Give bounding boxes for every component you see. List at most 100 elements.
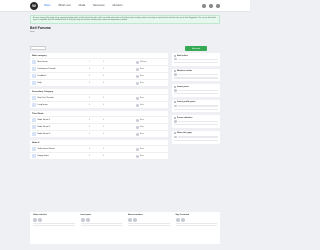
forum-last-post[interactable]: None <box>136 154 166 158</box>
forum-name[interactable]: Loop forum <box>38 104 83 106</box>
category-title[interactable]: Main category <box>32 55 47 57</box>
forum-name[interactable]: Node Forum 1 <box>38 119 83 121</box>
bell-icon[interactable] <box>209 3 213 8</box>
widget-line <box>174 108 218 110</box>
last-post-title[interactable]: None <box>140 69 144 70</box>
forum-name[interactable]: Empty forum <box>38 155 83 157</box>
widget-item[interactable] <box>174 89 218 92</box>
widget-item[interactable] <box>174 104 218 108</box>
sidebar-widget: Share this page <box>172 130 220 144</box>
widget-icon <box>174 54 176 57</box>
forum-name[interactable]: Node Forum 2 <box>38 126 83 128</box>
sidebar-widget: Latest posts <box>172 84 220 97</box>
forum-name[interactable]: Beta Test Threads <box>38 97 83 99</box>
category-title[interactable]: Secondary Category <box>32 91 53 93</box>
forum-row[interactable]: Main forum 1 1 Welcome <box>30 58 168 65</box>
forum-messages-count: 0 <box>103 126 104 128</box>
avatar[interactable] <box>85 217 90 222</box>
footer-line <box>175 222 217 224</box>
forum-filter-input[interactable] <box>30 46 46 50</box>
forum-last-post[interactable]: None <box>136 74 166 78</box>
forum-row[interactable]: Empty forum 0 0 None <box>30 152 168 159</box>
nav-home[interactable]: Home <box>44 4 50 7</box>
forum-name[interactable]: Main forum <box>38 61 83 63</box>
forum-messages-count: 0 <box>103 75 104 77</box>
forum-row[interactable]: Node Forum 2 0 0 None <box>30 123 168 130</box>
forum-name[interactable]: Node Forum 3 <box>38 133 83 135</box>
forum-last-post[interactable]: None <box>136 147 166 151</box>
forum-row[interactable]: Feedback 0 0 None <box>30 72 168 79</box>
category-title[interactable]: Third Node <box>32 113 44 115</box>
nav-members[interactable]: Members <box>113 4 123 7</box>
widget-item[interactable] <box>174 73 218 77</box>
site-logo[interactable]: W <box>30 1 38 10</box>
widget-item[interactable] <box>174 57 218 61</box>
forum-row[interactable]: Node Forum 1 0 0 None <box>30 116 168 123</box>
user-avatar-icon[interactable] <box>216 3 220 8</box>
last-post-title[interactable]: None <box>140 120 144 121</box>
forum-last-post[interactable]: None <box>136 132 166 136</box>
forum-row[interactable]: Help 0 0 None <box>30 79 168 86</box>
last-post-title[interactable]: None <box>140 127 144 128</box>
sidebar-widget: Forum statistics <box>172 115 220 128</box>
forum-name[interactable]: Developers Threads <box>38 68 83 70</box>
forum-toolbar <box>30 46 168 50</box>
widget-line <box>174 124 218 126</box>
forum-last-post[interactable]: Welcome <box>136 60 166 64</box>
forum-icon <box>32 60 36 64</box>
category-title[interactable]: Node 4 <box>32 142 39 144</box>
forum-row[interactable]: Sub Internet Forum 0 0 None <box>30 145 168 152</box>
nav-resources[interactable]: Resources <box>93 4 104 7</box>
avatar[interactable] <box>80 217 85 222</box>
last-post-title[interactable]: None <box>140 149 144 150</box>
last-post-title[interactable]: None <box>140 83 144 84</box>
forum-name[interactable]: Help <box>38 82 83 84</box>
forum-icon <box>32 132 36 136</box>
footer-avatars <box>80 217 123 222</box>
forum-last-post[interactable]: None <box>136 67 166 71</box>
last-post-title[interactable]: None <box>140 98 144 99</box>
avatar <box>174 135 177 139</box>
widget-icon <box>174 132 176 135</box>
last-post-title[interactable]: None <box>140 134 144 135</box>
widget-item[interactable] <box>174 135 218 139</box>
forum-last-post[interactable]: None <box>136 81 166 85</box>
forum-row[interactable]: Loop forum 0 0 None <box>30 101 168 108</box>
sidebar: Staff online Members online Latest posts… <box>172 53 220 147</box>
forum-row[interactable]: Developers Threads 0 0 None <box>30 65 168 72</box>
forum-name[interactable]: Feedback <box>38 75 83 77</box>
forum-last-post[interactable]: None <box>136 118 166 122</box>
avatar[interactable] <box>180 217 185 222</box>
forum-last-post[interactable]: None <box>136 96 166 100</box>
avatar <box>136 118 139 122</box>
nav-whats-new[interactable]: What's new <box>58 4 70 7</box>
forum-row[interactable]: Node Forum 3 0 0 None <box>30 130 168 137</box>
avatar[interactable] <box>38 217 42 222</box>
avatar[interactable] <box>133 217 137 222</box>
avatar[interactable] <box>128 217 132 222</box>
nav-media[interactable]: Media <box>79 4 86 7</box>
forum-threads-count: 1 <box>89 61 90 63</box>
search-icon[interactable] <box>202 3 206 8</box>
new-post-button[interactable]: New post <box>185 46 207 51</box>
breadcrumb[interactable]: Home <box>30 31 35 33</box>
sidebar-widget: Members online <box>172 68 220 82</box>
forum-last-post[interactable]: None <box>136 103 166 107</box>
widget-title-text: Staff online <box>177 54 188 57</box>
forum-icon <box>32 67 36 71</box>
last-post-title[interactable]: None <box>140 76 144 77</box>
avatar <box>136 74 139 78</box>
last-post-title[interactable]: None <box>140 156 144 157</box>
avatar[interactable] <box>33 217 37 222</box>
forum-category: Node 4 Sub Internet Forum 0 0 None Empty… <box>30 140 168 159</box>
forum-icon <box>32 81 36 85</box>
avatar[interactable] <box>175 217 180 222</box>
forum-name[interactable]: Sub Internet Forum <box>38 148 83 150</box>
last-post-title[interactable]: Welcome <box>140 62 147 63</box>
forum-row[interactable]: Beta Test Threads 0 0 None <box>30 94 168 101</box>
forum-last-post[interactable]: None <box>136 125 166 129</box>
last-post-title[interactable]: None <box>140 105 144 106</box>
widget-item[interactable] <box>174 120 218 123</box>
footer-line <box>128 222 170 224</box>
forum-messages-count: 0 <box>103 97 104 99</box>
